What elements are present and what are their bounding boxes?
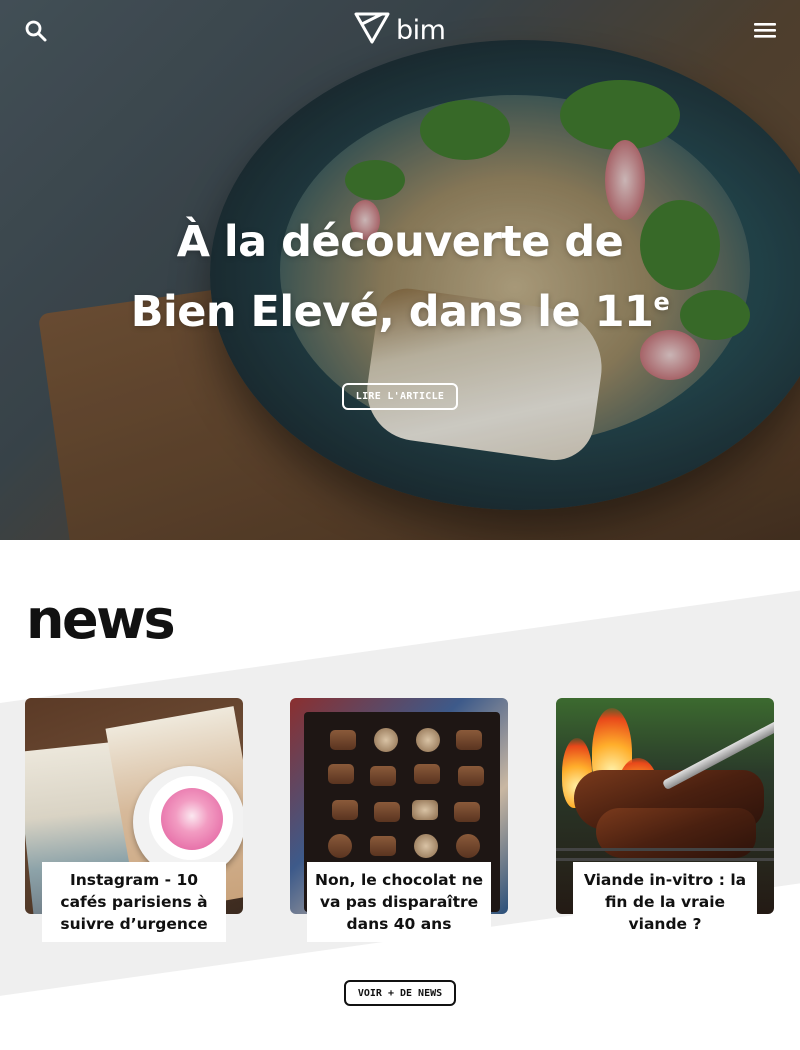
news-card[interactable]: Non, le chocolat ne va pas disparaître d… [290,698,508,944]
read-article-button[interactable]: LIRE L'ARTICLE [342,383,458,410]
triangle-logo-icon [354,12,390,49]
news-card-title[interactable]: Viande in-vitro : la fin de la vraie via… [573,862,757,942]
hero-title[interactable]: À la découverte de Bien Elevé, dans le 1… [0,212,800,342]
news-card[interactable]: Instagram - 10 cafés parisiens à suivre … [25,698,243,944]
search-icon[interactable] [24,19,48,43]
site-logo[interactable]: bim [354,12,448,49]
hero-title-superscript: e [653,288,670,316]
hamburger-menu-icon[interactable] [753,20,777,40]
hero-title-line1: À la découverte de [176,217,624,267]
hero-title-line2: Bien Elevé, dans le 11 [130,287,654,337]
logo-text: bim [396,14,446,46]
news-card-title[interactable]: Instagram - 10 cafés parisiens à suivre … [42,862,226,942]
top-navigation: bim [0,0,800,64]
more-news-button[interactable]: VOIR + DE NEWS [344,980,456,1006]
news-card[interactable]: Viande in-vitro : la fin de la vraie via… [556,698,774,944]
news-heading: news [26,588,176,651]
news-card-title[interactable]: Non, le chocolat ne va pas disparaître d… [307,862,491,942]
hero-banner[interactable]: bim À la découverte de Bien Elevé, dans … [0,0,800,540]
